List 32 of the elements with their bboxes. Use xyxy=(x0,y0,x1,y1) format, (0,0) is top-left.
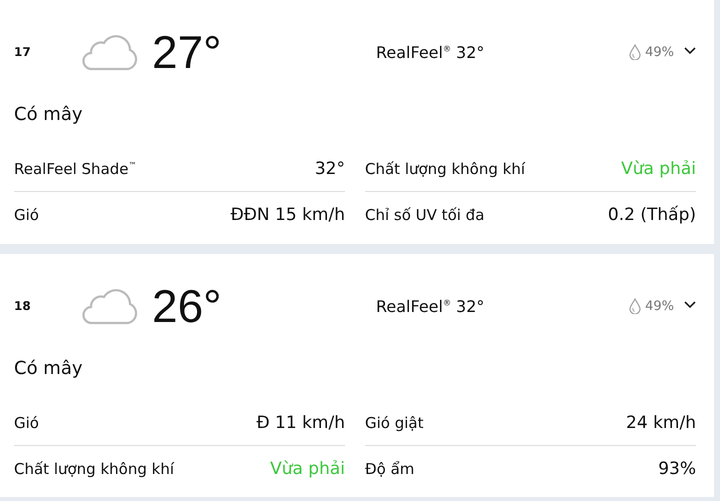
detail-value: Vừa phải xyxy=(621,158,696,178)
detail-value: ĐĐN 15 km/h xyxy=(230,205,345,225)
detail-label: Chất lượng không khí xyxy=(365,160,525,178)
detail-label: Chất lượng không khí xyxy=(14,460,174,478)
realfeel-text: RealFeel$^{®}$ 32° xyxy=(375,42,486,62)
detail-value: 32° xyxy=(314,158,345,178)
temperature: 26° xyxy=(152,279,222,333)
drop-icon xyxy=(629,298,642,314)
precipitation-value: 49% xyxy=(645,44,674,60)
forecast-card[interactable]: 18 26° RealFeel$^{®}$ 32° 49% Có mây Gió Đ 11 km/h Gió giật 24 km/h Chất lượng không khí Vừa phải Độ ẩm 93% xyxy=(0,254,714,497)
expand-button[interactable] xyxy=(684,301,696,311)
detail-label: Gió xyxy=(14,206,39,224)
detail-label: Gió giật xyxy=(365,414,424,432)
temperature: 27° xyxy=(152,25,222,79)
condition-text: Có mây xyxy=(14,358,84,381)
condition-text: Có mây xyxy=(14,104,84,127)
detail-value: Đ 11 km/h xyxy=(256,412,345,432)
expand-button[interactable] xyxy=(684,47,696,57)
hour-label: 18 xyxy=(14,299,32,313)
detail-value: 0.2 (Thấp) xyxy=(608,205,696,225)
detail-value: Vừa phải xyxy=(270,459,345,479)
detail-value: 24 km/h xyxy=(626,412,696,432)
detail-value: 93% xyxy=(658,459,696,479)
detail-label: Chỉ số UV tối đa xyxy=(365,206,484,224)
precipitation-value: 49% xyxy=(645,298,674,314)
forecast-card[interactable]: 17 27° RealFeel$^{®}$ 32° 49% Có mây RealFeel Shade$^{™}$ 32° Chất lượng không khí Vừa phải Gió ĐĐN 15 km/h Chỉ số UV tối đa 0.2 (Thấp) xyxy=(0,0,714,244)
realfeel-text: RealFeel$^{®}$ 32° xyxy=(375,296,486,316)
detail-label: Gió xyxy=(14,414,39,432)
hour-label: 17 xyxy=(14,45,32,59)
detail-label: RealFeel Shade$^{™}$ xyxy=(14,160,137,178)
drop-icon xyxy=(629,44,642,60)
detail-label: Độ ẩm xyxy=(365,460,414,478)
